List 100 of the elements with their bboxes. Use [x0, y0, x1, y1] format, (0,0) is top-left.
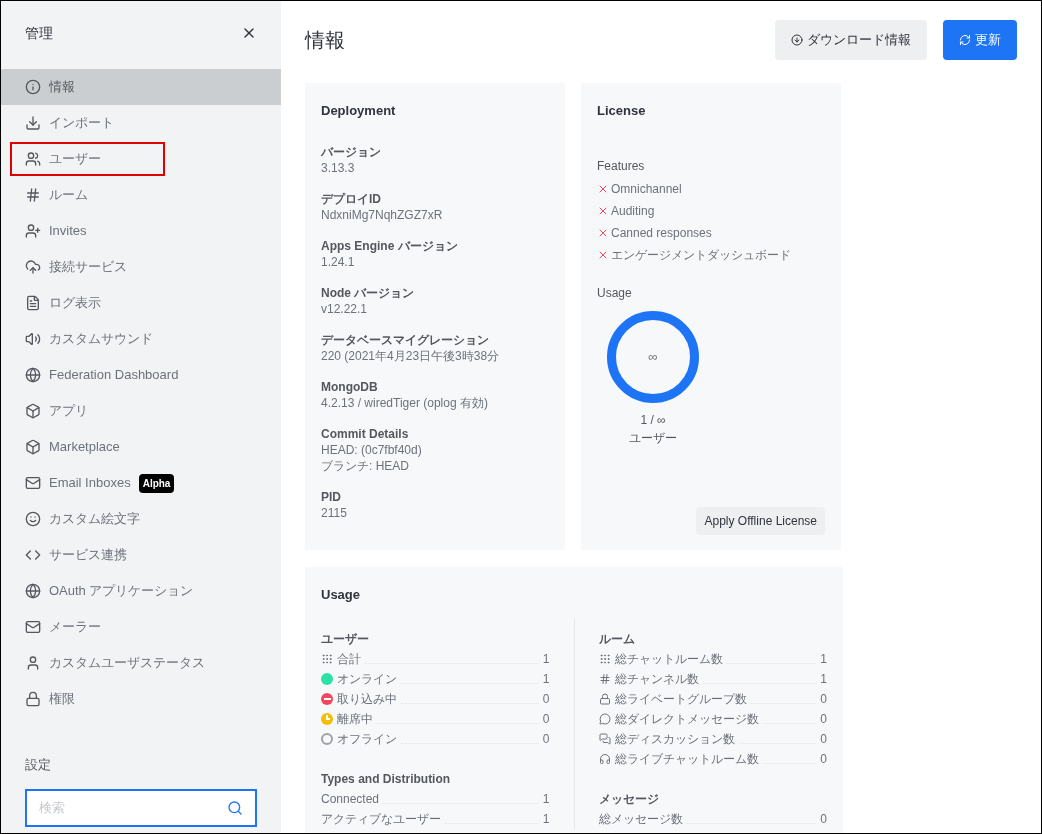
search-field[interactable]: 検索: [25, 788, 257, 827]
field-label: デプロイID: [321, 190, 382, 207]
nav-label: ユーザー: [49, 150, 101, 169]
field-label: PID: [321, 488, 342, 505]
nav-item[interactable]: メーラー: [1, 609, 281, 645]
headset-icon: [598, 752, 611, 765]
nav-item[interactable]: Email Inboxes Alpha: [1, 465, 281, 501]
nav-label: Marketplace: [49, 438, 120, 457]
nav-item[interactable]: サービス連携: [1, 537, 281, 573]
alpha-badge: Alpha: [138, 473, 175, 493]
field-label: Commit Details: [321, 425, 410, 442]
stat-label: 総メッセージ数: [598, 810, 683, 828]
stat-value: 0: [820, 810, 827, 828]
stat-label: 総ライベートグループ数: [614, 690, 747, 708]
stat-value: 0: [542, 710, 550, 728]
envelope-icon: [25, 475, 41, 491]
stat-label: 総チャットルーム数: [614, 650, 723, 668]
stat-label: Connected: [321, 790, 380, 808]
card-title: License: [597, 102, 647, 120]
refresh-icon: [959, 34, 971, 46]
field-value: v12.22.1: [321, 300, 369, 317]
usage-count: 1 / ∞: [640, 411, 666, 429]
download-info-button[interactable]: ダウンロード情報: [775, 20, 927, 60]
nav-item[interactable]: Invites: [1, 213, 281, 249]
download-icon: [791, 34, 803, 46]
nav-item[interactable]: インポート: [1, 105, 281, 141]
apply-offline-license-button[interactable]: Apply Offline License: [696, 507, 825, 535]
nav-item[interactable]: ユーザー: [1, 141, 281, 177]
nav-item[interactable]: 権限: [1, 681, 281, 717]
cloud-icon: [25, 259, 41, 275]
stat-value: 0: [820, 730, 827, 748]
refresh-button[interactable]: 更新: [943, 20, 1017, 60]
envelope-icon: [25, 619, 41, 635]
stat-label: 総ライブチャットルーム数: [614, 750, 759, 768]
field-label: データベースマイグレーション: [321, 331, 490, 348]
card-title: Deployment: [321, 102, 397, 120]
lock-icon: [598, 692, 611, 705]
field-label: Apps Engine バージョン: [321, 237, 459, 254]
stat-value: 0: [820, 690, 827, 708]
nav-item[interactable]: カスタムユーザステータス: [1, 645, 281, 681]
stat-label: 離席中: [337, 710, 373, 728]
stat-value: 1: [542, 790, 550, 808]
nav-label: 情報: [49, 78, 75, 97]
section-label: ユーザー: [321, 630, 370, 648]
field-value: NdxniMg7NqhZGZ7xR: [321, 206, 444, 223]
nav-label: サービス連携: [49, 546, 127, 565]
stat-value: 0: [820, 710, 827, 728]
offline-status-icon: [321, 732, 333, 745]
usage-unit: ユーザー: [629, 429, 677, 447]
nav-label: カスタムユーザステータス: [49, 654, 205, 673]
hash-icon: [25, 187, 41, 203]
nav-label: カスタム絵文字: [49, 510, 140, 529]
stat-label: オンライン: [337, 670, 397, 688]
stat-value: 1: [820, 670, 827, 688]
speaker-icon: [25, 331, 41, 347]
download-icon: [25, 115, 41, 131]
smiley-icon: [25, 511, 41, 527]
field-value: 2115: [321, 504, 348, 521]
stat-label: 総ディスカッション数: [614, 730, 735, 748]
stat-label: アクティブなユーザー: [321, 810, 441, 828]
nav-item[interactable]: 接続サービス: [1, 249, 281, 285]
search-icon: [227, 799, 243, 816]
globe-icon: [25, 583, 41, 599]
user-plus-icon: [25, 223, 41, 239]
settings-label: 設定: [25, 756, 52, 774]
nav-item[interactable]: Marketplace: [1, 429, 281, 465]
stat-label: 総チャンネル数: [614, 670, 699, 688]
page-title: 情報: [305, 28, 345, 53]
nav-label: 権限: [49, 690, 75, 709]
field-label: Node バージョン: [321, 284, 416, 301]
grid-icon: [321, 652, 333, 665]
nav-label: ログ表示: [49, 294, 101, 313]
stat-label: 合計: [337, 650, 361, 668]
nav-label: メーラー: [49, 618, 101, 637]
nav-item[interactable]: ログ表示: [1, 285, 281, 321]
nav-label: ルーム: [49, 186, 88, 205]
stat-value: 1: [542, 670, 550, 688]
field-value: HEAD: (0c7fbf40d): [321, 441, 423, 458]
donut-center-text: ∞: [648, 347, 658, 366]
code-icon: [25, 547, 41, 563]
stat-label: 総ダイレクトメッセージ数: [614, 710, 759, 728]
nav-item[interactable]: Federation Dashboard: [1, 357, 281, 393]
nav-item[interactable]: カスタムサウンド: [1, 321, 281, 357]
nav-item[interactable]: カスタム絵文字: [1, 501, 281, 537]
nav-label: OAuth アプリケーション: [49, 582, 194, 601]
info-icon: [25, 79, 41, 95]
field-value: 4.2.13 / wiredTiger (oplog 有効): [321, 394, 489, 411]
lock-icon: [25, 691, 41, 707]
nav-item[interactable]: アプリ: [1, 393, 281, 429]
nav-label: Invites: [49, 222, 87, 241]
nav-label: 接続サービス: [49, 258, 127, 277]
nav-item[interactable]: OAuth アプリケーション: [1, 573, 281, 609]
nav-item[interactable]: 情報: [1, 69, 281, 105]
stat-value: 1: [542, 810, 550, 828]
feature-label: Auditing: [611, 202, 655, 220]
field-label: MongoDB: [321, 378, 379, 395]
grid-icon: [598, 652, 611, 665]
nav-item[interactable]: ルーム: [1, 177, 281, 213]
field-value: 1.24.1: [321, 253, 356, 270]
feature-label: Canned responses: [611, 224, 712, 242]
